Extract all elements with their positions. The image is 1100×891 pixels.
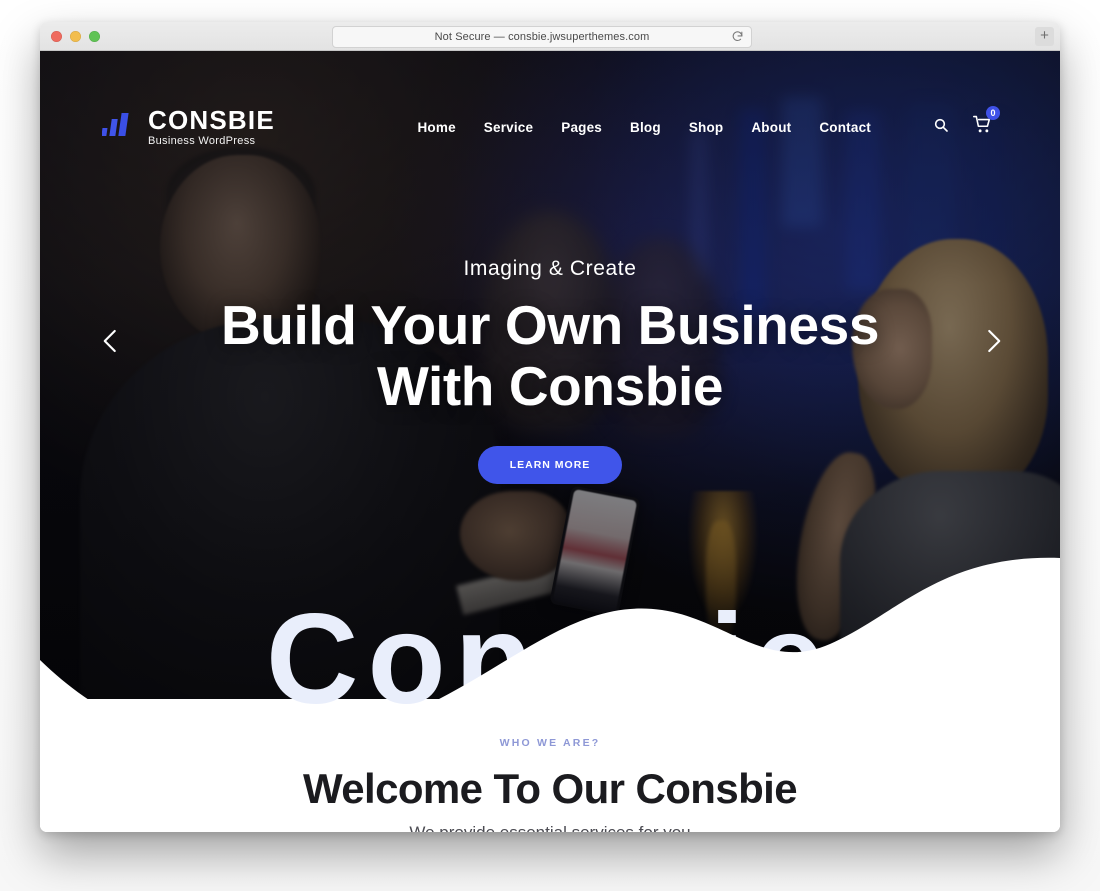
- search-icon[interactable]: [933, 117, 949, 138]
- reload-icon[interactable]: [731, 30, 744, 43]
- logo-subtitle: Business WordPress: [148, 135, 256, 147]
- hero-title-line-2: With Consbie: [376, 354, 724, 417]
- site-logo[interactable]: CONSBIE Business WordPress: [102, 107, 275, 147]
- new-tab-button[interactable]: +: [1035, 27, 1054, 46]
- maximize-window-button[interactable]: [89, 31, 100, 42]
- minimize-window-button[interactable]: [70, 31, 81, 42]
- page-viewport: Consbie CONSBIE Business WordPress: [40, 51, 1060, 832]
- nav-item-blog[interactable]: Blog: [630, 120, 661, 135]
- learn-more-button[interactable]: LEARN MORE: [477, 446, 623, 484]
- welcome-section: WHO WE ARE? Welcome To Our Consbie We pr…: [40, 737, 1060, 832]
- welcome-subtitle: We provide essential services for you: [40, 823, 1060, 832]
- window-controls: [51, 31, 100, 42]
- close-window-button[interactable]: [51, 31, 62, 42]
- logo-title: CONSBIE: [148, 105, 275, 135]
- screenshot-stage: Not Secure — consbie.jwsuperthemes.com +: [0, 0, 1100, 891]
- header-tools: 0: [933, 106, 1000, 139]
- welcome-eyebrow: WHO WE ARE?: [499, 737, 601, 749]
- shopping-cart-icon[interactable]: 0: [973, 106, 1000, 139]
- chevron-right-icon[interactable]: [978, 326, 1008, 356]
- main-navigation: Home Service Pages Blog Shop About Conta…: [417, 106, 1000, 139]
- chevron-left-icon[interactable]: [96, 326, 126, 356]
- browser-window: Not Secure — consbie.jwsuperthemes.com +: [40, 22, 1060, 832]
- browser-titlebar: Not Secure — consbie.jwsuperthemes.com +: [40, 22, 1060, 51]
- hero-title: Build Your Own Business With Consbie: [160, 295, 940, 416]
- nav-item-shop[interactable]: Shop: [689, 120, 724, 135]
- cart-count-badge: 0: [986, 106, 1000, 120]
- nav-item-service[interactable]: Service: [484, 120, 533, 135]
- bar-chart-logo-icon: [102, 113, 129, 136]
- address-bar[interactable]: Not Secure — consbie.jwsuperthemes.com: [332, 26, 752, 48]
- welcome-title: Welcome To Our Consbie: [303, 765, 798, 812]
- nav-item-pages[interactable]: Pages: [561, 120, 602, 135]
- nav-item-home[interactable]: Home: [417, 120, 455, 135]
- nav-item-contact[interactable]: Contact: [819, 120, 871, 135]
- site-header: CONSBIE Business WordPress Home Service …: [40, 99, 1060, 155]
- nav-item-about[interactable]: About: [751, 120, 791, 135]
- address-bar-text: Not Secure — consbie.jwsuperthemes.com: [434, 31, 650, 43]
- hero-subtitle: Imaging & Create: [463, 257, 637, 280]
- hero-content: Imaging & Create Build Your Own Business…: [40, 257, 1060, 484]
- hero-title-line-1: Build Your Own Business: [220, 294, 880, 356]
